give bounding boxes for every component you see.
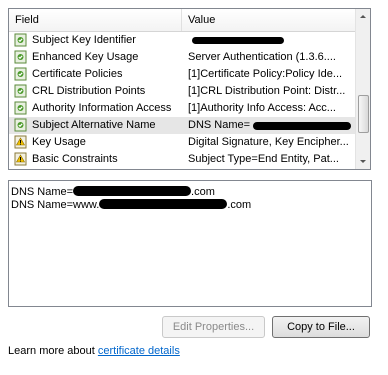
certificate-extension-icon (14, 84, 27, 98)
field-name: Basic Constraints (32, 153, 118, 165)
list-item-key-usage[interactable]: Key Usage Digital Signature, Key Enciphe… (9, 134, 357, 151)
copy-to-file-button[interactable]: Copy to File... (272, 316, 370, 338)
field-value: Digital Signature, Key Encipher... (188, 136, 349, 148)
scroll-up-button[interactable] (356, 9, 370, 23)
scrollbar-thumb[interactable] (358, 95, 369, 133)
detail-prefix: DNS Name= (11, 186, 74, 198)
list-item-subject-alternative-name[interactable]: Subject Alternative Name DNS Name= (9, 117, 357, 134)
certificate-extension-icon (14, 101, 27, 115)
field-name: CRL Distribution Points (32, 85, 146, 97)
certificate-extension-icon (14, 33, 27, 47)
list-header: Field Value (9, 9, 357, 32)
field-value: [1]Authority Info Access: Acc... (188, 102, 336, 114)
list-item-certificate-policies[interactable]: Certificate Policies [1]Certificate Poli… (9, 66, 357, 83)
field-name: Subject Key Identifier (32, 34, 136, 46)
field-details-textbox[interactable]: DNS Name= .com DNS Name=www. .com (8, 180, 372, 307)
field-name: Certificate Policies (32, 68, 123, 80)
field-name: Key Usage (32, 136, 86, 148)
field-name: Subject Alternative Name (32, 119, 156, 131)
detail-suffix: .com (227, 199, 252, 211)
certificate-extension-icon (14, 118, 27, 132)
field-value: Server Authentication (1.3.6.... (188, 51, 336, 63)
list-item-basic-constraints[interactable]: Basic Constraints Subject Type=End Entit… (9, 151, 357, 168)
certificate-extension-icon (14, 50, 27, 64)
learn-more-text: Learn more about (8, 345, 98, 357)
field-name: Authority Information Access (32, 102, 172, 114)
scroll-down-button[interactable] (356, 155, 370, 169)
critical-extension-warning-icon (14, 135, 27, 149)
field-value: [1]Certificate Policy:Policy Ide... (188, 68, 343, 80)
redaction-mark (192, 37, 284, 44)
redaction-mark (99, 199, 228, 209)
edit-properties-button[interactable]: Edit Properties... (162, 316, 265, 338)
field-name: Enhanced Key Usage (32, 51, 139, 63)
critical-extension-warning-icon (14, 152, 27, 166)
redaction-mark (73, 186, 192, 196)
redaction-mark (253, 122, 351, 130)
certificate-extension-icon (14, 67, 27, 81)
fields-rows: Subject Key Identifier Enhanced Key Usag… (9, 32, 357, 168)
learn-more-footer: Learn more about certificate details (8, 344, 180, 358)
detail-suffix: .com (191, 186, 215, 198)
certificate-details-link[interactable]: certificate details (98, 345, 180, 357)
vertical-scrollbar[interactable] (355, 9, 370, 169)
field-value: Subject Type=End Entity, Pat... (188, 153, 339, 165)
column-header-field[interactable]: Field (9, 9, 182, 31)
detail-line: DNS Name= .com (11, 186, 215, 199)
list-item-enhanced-key-usage[interactable]: Enhanced Key Usage Server Authentication… (9, 49, 357, 66)
list-item-crl-distribution-points[interactable]: CRL Distribution Points [1]CRL Distribut… (9, 83, 357, 100)
certificate-fields-list[interactable]: Field Value Subject Key Identifier Enhan… (8, 8, 371, 170)
chevron-up-icon (360, 15, 366, 18)
list-item-subject-key-identifier[interactable]: Subject Key Identifier (9, 32, 357, 49)
detail-prefix: DNS Name=www. (11, 199, 100, 211)
column-header-value[interactable]: Value (182, 9, 357, 31)
field-value: [1]CRL Distribution Point: Distr... (188, 85, 346, 97)
detail-line: DNS Name=www. .com (11, 199, 251, 212)
list-item-authority-information-access[interactable]: Authority Information Access [1]Authorit… (9, 100, 357, 117)
chevron-down-icon (360, 160, 366, 163)
